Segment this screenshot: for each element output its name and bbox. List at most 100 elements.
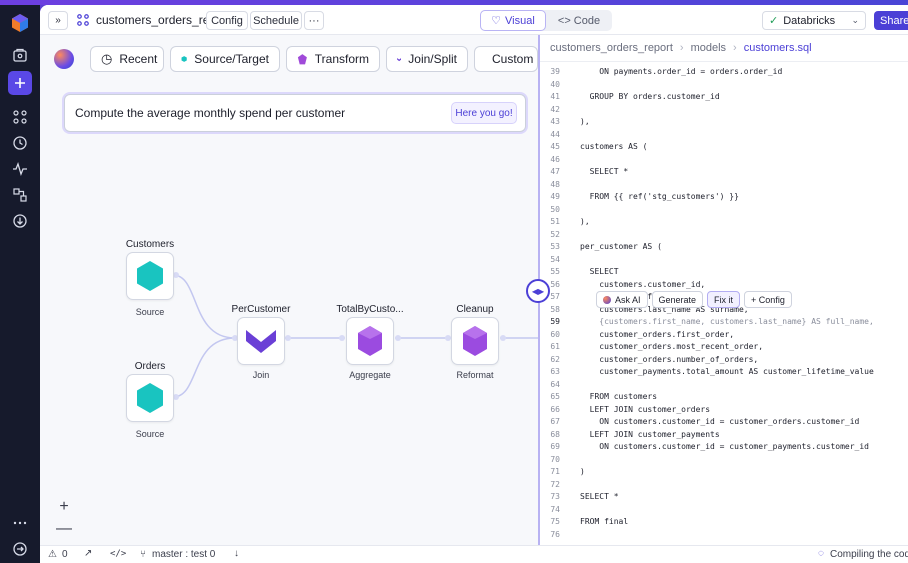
code-line[interactable]: 63 customer_payments.total_amount AS cus… — [540, 366, 908, 378]
join-split-label: Join/Split — [408, 52, 457, 66]
visual-tab[interactable]: ♡ Visual — [480, 10, 546, 31]
recent-button[interactable]: ◷ Recent — [90, 46, 164, 72]
code-line[interactable]: 44 — [540, 129, 908, 141]
code-tab[interactable]: <> Code — [546, 10, 612, 31]
line-number: 65 — [550, 392, 560, 401]
line-number: 51 — [550, 217, 560, 226]
code-line[interactable]: 65 FROM customers — [540, 391, 908, 403]
create-icon[interactable] — [8, 71, 32, 95]
node-customers[interactable] — [126, 252, 174, 300]
code-line[interactable]: 41 GROUP BY orders.customer_id — [540, 91, 908, 103]
lineage-icon[interactable] — [8, 183, 32, 207]
transform-button[interactable]: Transform — [286, 46, 380, 72]
code-line[interactable]: 47 SELECT * — [540, 166, 908, 178]
code-line[interactable]: 64 — [540, 379, 908, 391]
custom-button[interactable]: Custom — [474, 46, 538, 72]
code-line[interactable]: 70 — [540, 454, 908, 466]
code-line[interactable]: 49 FROM {{ ref('stg_customers') }} — [540, 191, 908, 203]
line-number: 39 — [550, 67, 560, 76]
code-line[interactable]: 40 — [540, 79, 908, 91]
logout-icon[interactable] — [8, 537, 32, 561]
activity-icon[interactable] — [8, 157, 32, 181]
branch-name[interactable]: master : test 0 — [152, 549, 215, 560]
line-number: 61 — [550, 342, 560, 351]
zoom-out-button[interactable]: — — [52, 519, 76, 539]
download-icon[interactable] — [8, 209, 32, 233]
source-target-button[interactable]: Source/Target — [170, 46, 280, 72]
code-line[interactable]: 69 ON customers.customer_id = customer_p… — [540, 441, 908, 453]
line-number: 48 — [550, 179, 560, 189]
fix-it-button[interactable]: Fix it — [707, 291, 741, 308]
line-number: 45 — [550, 142, 560, 151]
code-line[interactable]: 59 {customers.first_name, customers.last… — [540, 316, 908, 328]
code-line[interactable]: 39 ON payments.order_id = orders.order_i… — [540, 66, 908, 78]
more-icon[interactable] — [8, 511, 32, 535]
code-line[interactable]: 54 — [540, 254, 908, 266]
prompt-box[interactable]: Compute the average monthly spend per cu… — [64, 94, 526, 132]
zoom-in-button[interactable]: + — [52, 497, 76, 517]
node-totalbycustomer[interactable] — [346, 317, 394, 365]
code-text: SELECT * — [580, 167, 629, 176]
code-line[interactable]: 75 FROM final — [540, 516, 908, 528]
code-line[interactable]: 72 — [540, 479, 908, 491]
visual-canvas[interactable]: ◷ Recent Source/Target Transform Join/Sp… — [40, 35, 538, 545]
split-resize-handle[interactable]: ◀▶ — [526, 279, 550, 303]
history-icon[interactable] — [8, 131, 32, 155]
pipelines-icon[interactable] — [8, 105, 32, 129]
code-line[interactable]: 60 customer_orders.first_order, — [540, 329, 908, 341]
ask-ai-button[interactable]: Ask AI — [596, 291, 648, 308]
code-line[interactable]: 48 — [540, 179, 908, 191]
breadcrumb-project[interactable]: customers_orders_report — [550, 42, 673, 54]
code-line[interactable]: 55 SELECT — [540, 266, 908, 278]
code-line[interactable]: 51), — [540, 216, 908, 228]
schedule-button[interactable]: Schedule — [250, 11, 302, 30]
database-select-value: Databricks — [783, 14, 836, 27]
projects-icon[interactable] — [8, 43, 32, 67]
code-line[interactable]: 76 — [540, 529, 908, 541]
breadcrumb-file[interactable]: customers.sql — [744, 42, 812, 54]
expand-sidebar-button[interactable]: » — [48, 11, 68, 30]
node-cleanup[interactable] — [451, 317, 499, 365]
code-line[interactable]: 61 customer_orders.most_recent_order, — [540, 341, 908, 353]
generate-button[interactable]: Generate — [651, 291, 704, 308]
database-select[interactable]: ✓ Databricks ⌄ — [762, 11, 866, 30]
code-line[interactable]: 66 LEFT JOIN customer_orders — [540, 404, 908, 416]
add-config-button[interactable]: + Config — [744, 291, 792, 308]
line-number: 44 — [550, 129, 560, 139]
warning-icon[interactable]: ⚠ — [48, 549, 57, 560]
code-line[interactable]: 52 — [540, 229, 908, 241]
code-line[interactable]: 68 LEFT JOIN customer_payments — [540, 429, 908, 441]
share-button[interactable]: Share — [874, 11, 908, 30]
code-line[interactable]: 53 per_customer AS ( — [540, 241, 908, 253]
line-number: 73 — [550, 492, 560, 501]
config-button[interactable]: Config — [206, 11, 248, 30]
join-split-button[interactable]: Join/Split — [386, 46, 468, 72]
code-line[interactable]: 50 — [540, 204, 908, 216]
line-number: 49 — [550, 192, 560, 201]
code-line[interactable]: 73 SELECT * — [540, 491, 908, 503]
code-line[interactable]: 42 — [540, 104, 908, 116]
compiling-status: Compiling the code... — [830, 549, 908, 560]
code-text: {customers.first_name, customers.last_na… — [580, 317, 874, 326]
code-line[interactable]: 46 — [540, 154, 908, 166]
arrow-down-icon[interactable]: ↓ — [234, 548, 239, 559]
code-text: LEFT JOIN customer_orders — [580, 404, 711, 414]
trend-icon[interactable]: ↗ — [84, 548, 92, 559]
code-line[interactable]: 45 customers AS ( — [540, 141, 908, 153]
code-line[interactable]: 43), — [540, 116, 908, 128]
more-button[interactable]: ··· — [304, 11, 324, 30]
node-orders[interactable] — [126, 374, 174, 422]
code-line[interactable]: 62 customer_orders.number_of_orders, — [540, 354, 908, 366]
code-icon[interactable]: </> — [110, 549, 126, 559]
breadcrumb-folder[interactable]: models — [691, 42, 726, 54]
code-line[interactable]: 56 customers.customer_id, — [540, 279, 908, 291]
line-number: 74 — [550, 504, 560, 514]
prompt-submit-button[interactable]: Here you go! — [451, 102, 517, 124]
node-percustomer[interactable] — [237, 317, 285, 365]
code-line[interactable]: 74 — [540, 504, 908, 516]
line-number: 69 — [550, 442, 560, 451]
code-text: SELECT — [580, 267, 619, 276]
code-line[interactable]: 67 ON customers.customer_id = customer_o… — [540, 416, 908, 428]
status-bar: ⚠ 0 ↗ </> ⑂ master : test 0 ↓ ◌ Compilin… — [40, 545, 908, 563]
code-line[interactable]: 71) — [540, 466, 908, 478]
